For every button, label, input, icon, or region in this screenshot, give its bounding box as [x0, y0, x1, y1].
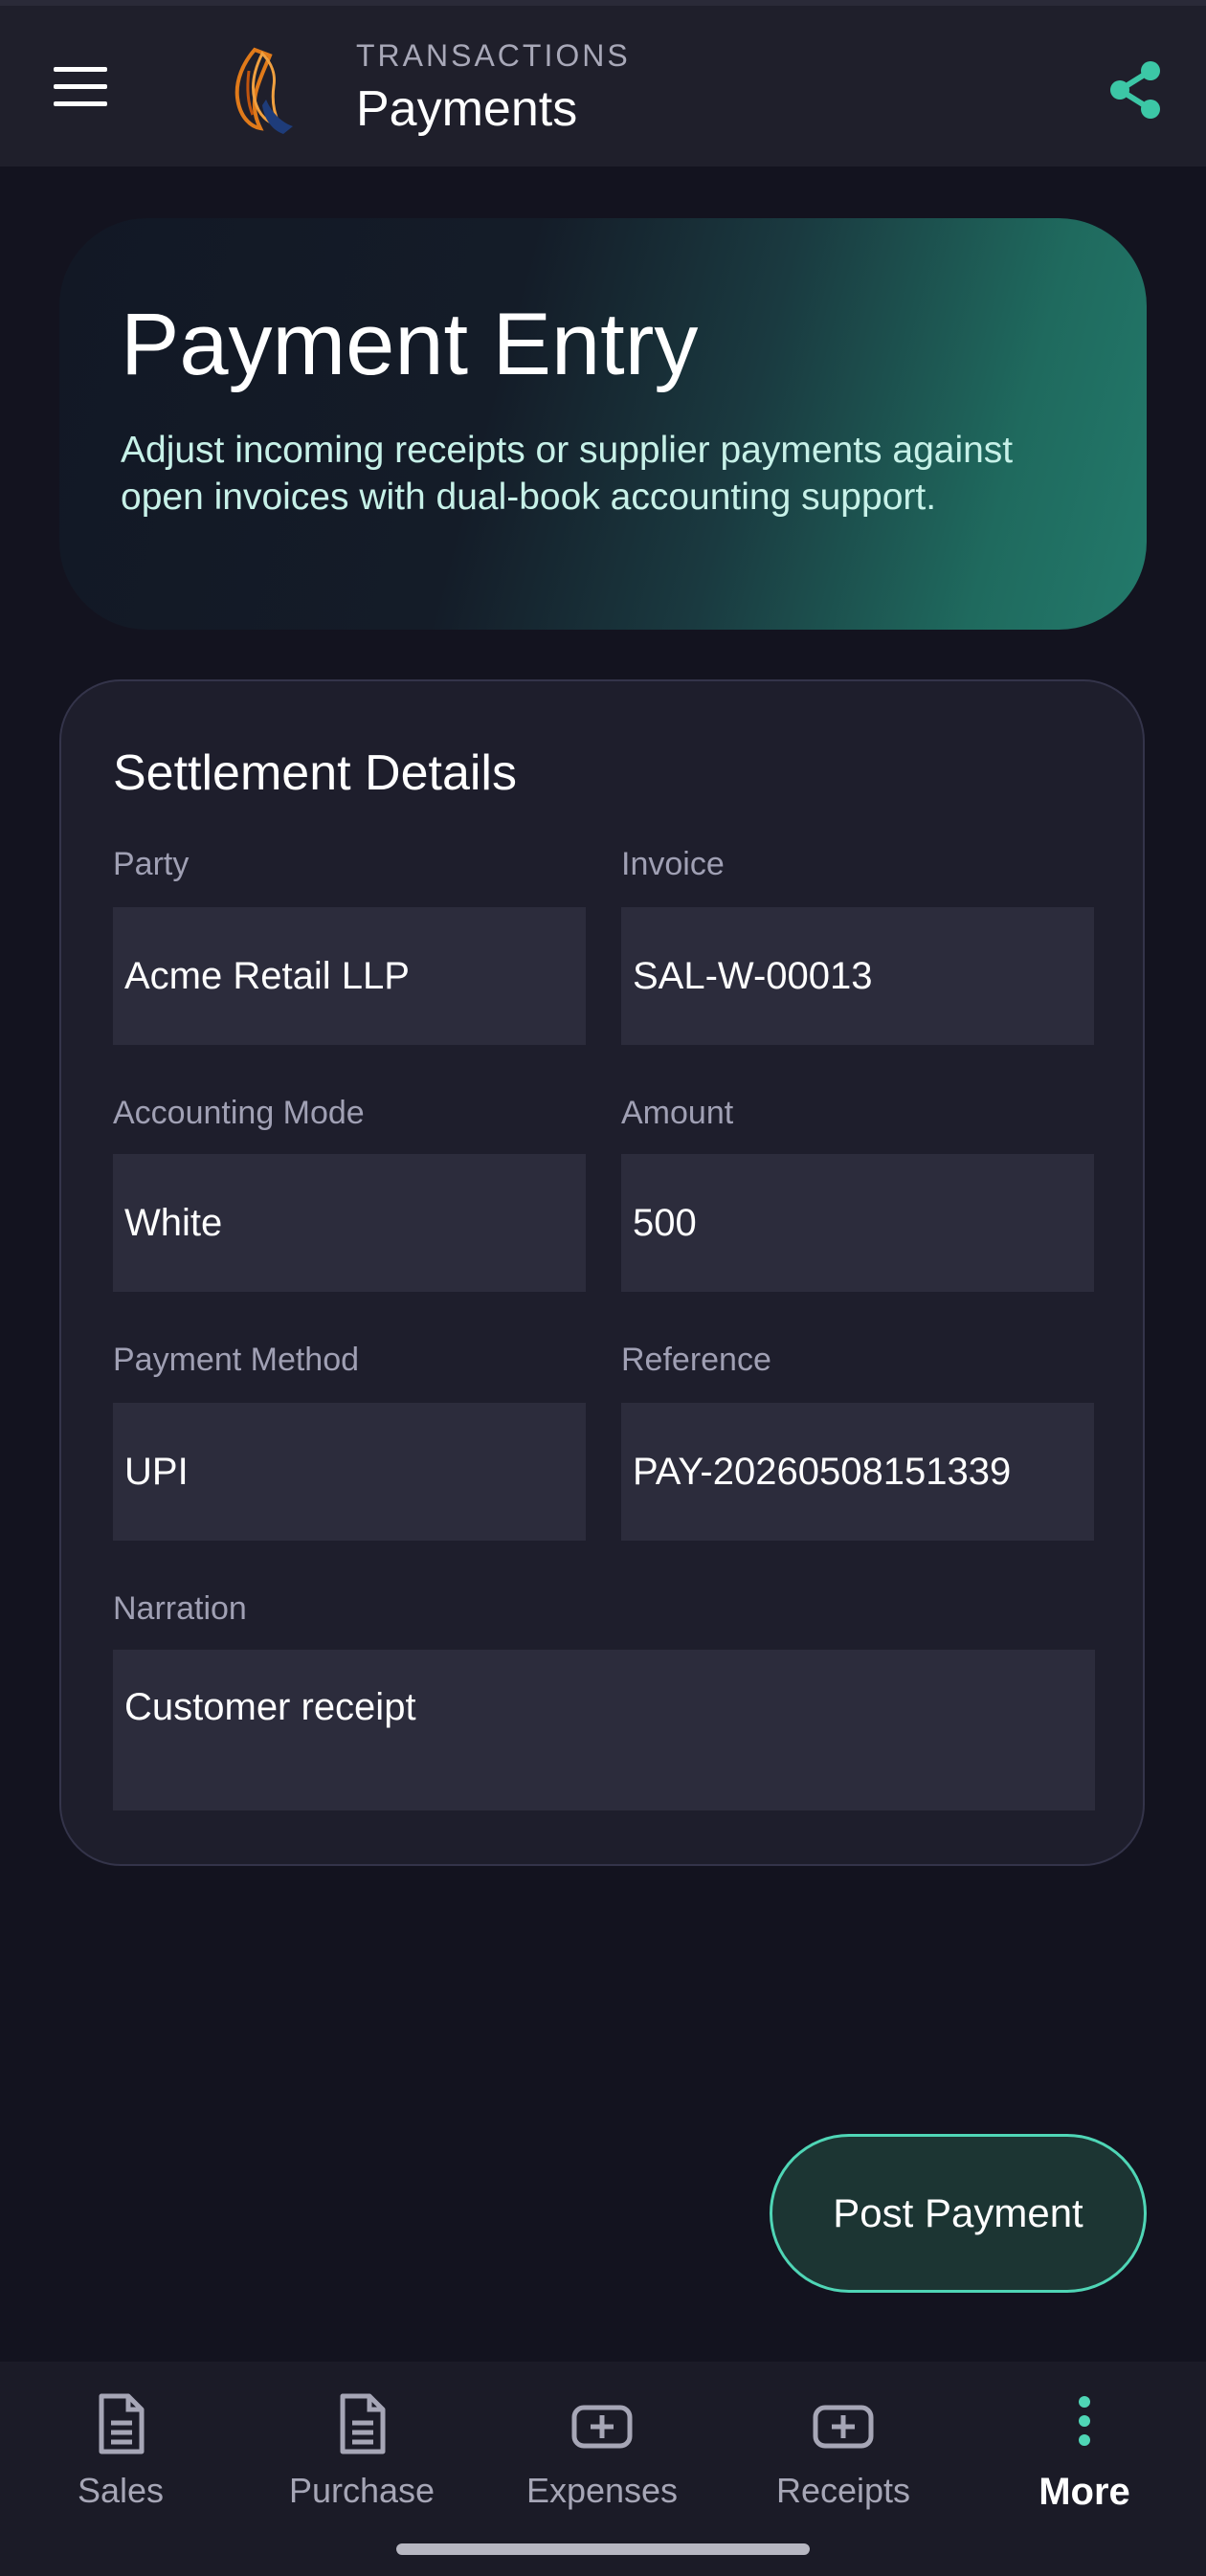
menu-button[interactable] — [46, 54, 115, 122]
settlement-details-card: Settlement Details Party Acme Retail LLP… — [59, 679, 1145, 1866]
nav-label: Sales — [77, 2471, 165, 2510]
share-icon — [1110, 61, 1160, 119]
nav-item-more[interactable]: More — [989, 2390, 1180, 2543]
nav-item-receipts[interactable]: Receipts — [748, 2390, 939, 2543]
document-icon — [340, 2393, 386, 2454]
menu-icon-bar — [54, 67, 107, 72]
nav-item-expenses[interactable]: Expenses — [506, 2390, 698, 2543]
invoice-field[interactable]: SAL-W-00013 — [621, 907, 1094, 1045]
conch-logo-icon — [234, 47, 293, 134]
nav-label: Expenses — [525, 2471, 679, 2510]
invoice-label: Invoice — [621, 846, 725, 882]
nav-label: More — [1038, 2471, 1130, 2513]
reference-field[interactable]: PAY-20260508151339 — [621, 1403, 1094, 1541]
payment-method-label: Payment Method — [113, 1342, 360, 1378]
amount-field[interactable]: 500 — [621, 1154, 1094, 1292]
card-title: Settlement Details — [113, 745, 517, 801]
home-indicator[interactable] — [396, 2543, 810, 2555]
hero-title: Payment Entry — [121, 296, 699, 393]
add-box-icon — [813, 2405, 874, 2449]
section-kicker: TRANSACTIONS — [356, 38, 631, 73]
page-title: Payments — [356, 81, 578, 137]
app-bar: TRANSACTIONS Payments — [0, 6, 1206, 167]
amount-label: Amount — [621, 1095, 734, 1131]
party-label: Party — [113, 846, 190, 882]
reference-label: Reference — [621, 1342, 771, 1378]
nav-item-sales[interactable]: Sales — [25, 2390, 216, 2543]
hero-subtitle: Adjust incoming receipts or supplier pay… — [121, 430, 1014, 518]
document-icon — [99, 2393, 145, 2454]
nav-label: Purchase — [288, 2471, 436, 2510]
accounting-mode-label: Accounting Mode — [113, 1095, 365, 1131]
menu-icon-bar — [54, 101, 107, 106]
hero-banner: Payment Entry Adjust incoming receipts o… — [59, 218, 1147, 630]
party-field[interactable]: Acme Retail LLP — [113, 907, 586, 1045]
share-button[interactable] — [1101, 56, 1170, 124]
narration-label: Narration — [113, 1590, 247, 1627]
accounting-mode-field[interactable]: White — [113, 1154, 586, 1292]
payment-method-field[interactable]: UPI — [113, 1403, 586, 1541]
add-box-icon — [571, 2405, 633, 2449]
narration-field[interactable]: Customer receipt — [113, 1650, 1095, 1810]
post-payment-button[interactable]: Post Payment — [770, 2134, 1147, 2293]
more-vertical-icon — [1079, 2396, 1090, 2446]
nav-item-purchase[interactable]: Purchase — [266, 2390, 458, 2543]
menu-icon-bar — [54, 84, 107, 89]
nav-label: Receipts — [775, 2471, 911, 2510]
